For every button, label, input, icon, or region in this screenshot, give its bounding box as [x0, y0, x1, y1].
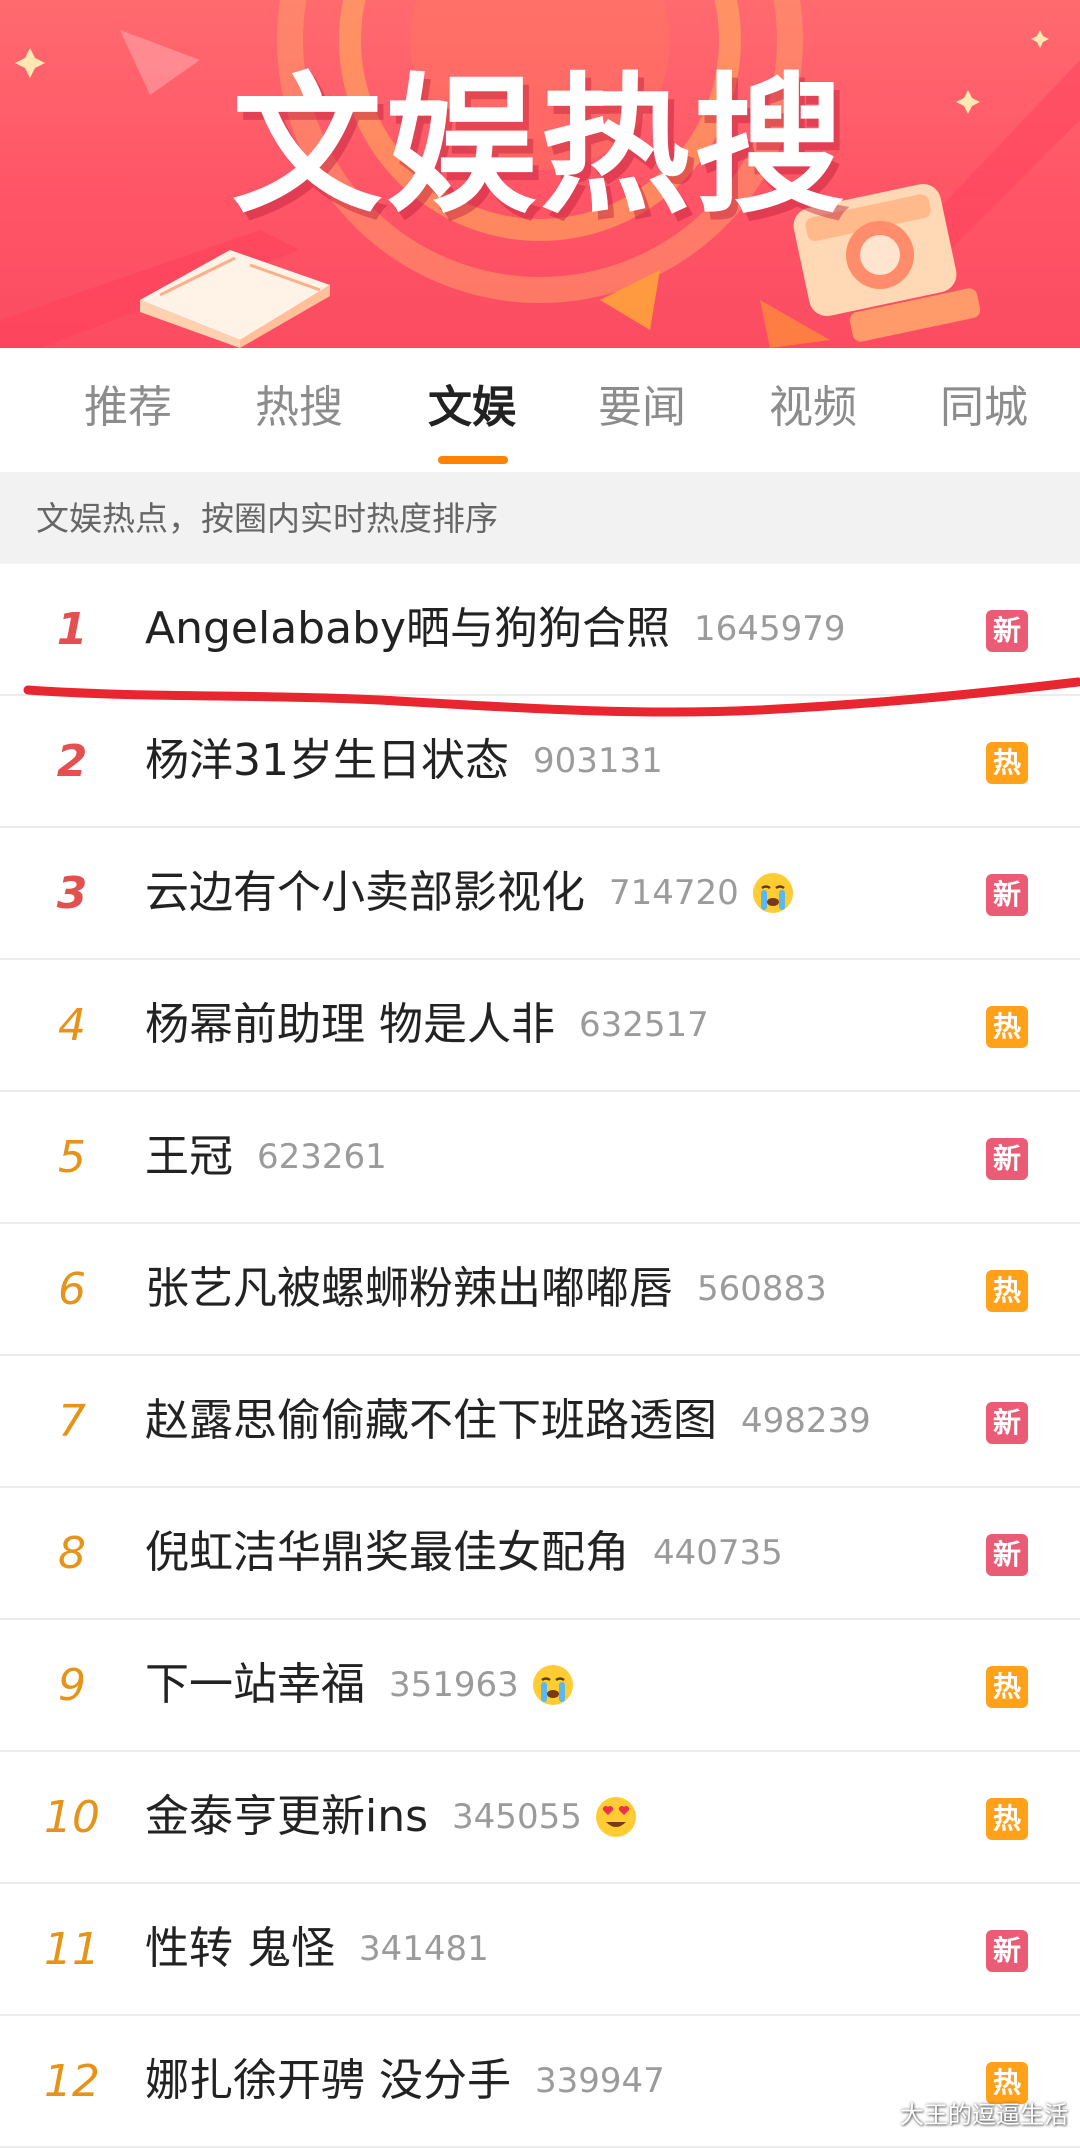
topic-content: 性转 鬼怪 341481 — [145, 1914, 950, 1984]
topic-title[interactable]: 金泰亨更新ins — [145, 1791, 428, 1842]
topic-content: 张艺凡被螺蛳粉辣出嘟嘟唇 560883 — [145, 1254, 950, 1324]
topic-content: 娜扎徐开骋 没分手 339947 — [145, 2046, 950, 2116]
heat-count: 498239 — [741, 1401, 871, 1441]
rank-number: 11 — [44, 1924, 100, 1975]
topic-content: 云边有个小卖部影视化 714720 — [145, 858, 950, 928]
rank-number: 6 — [58, 1264, 86, 1315]
topic-title[interactable]: Angelababy晒与狗狗合照 — [145, 603, 670, 654]
rank-number: 3 — [56, 868, 88, 919]
topic-content: 下一站幸福 351963 — [145, 1650, 950, 1720]
hot-search-row[interactable]: 11 性转 鬼怪 341481 新 — [0, 1884, 1080, 2016]
hot-search-row[interactable]: 8 倪虹洁华鼎奖最佳女配角 440735 新 — [0, 1488, 1080, 1620]
hot-search-row[interactable]: 10 金泰亨更新ins 345055 热 — [0, 1752, 1080, 1884]
topic-content: Angelababy晒与狗狗合照 1645979 — [145, 594, 950, 664]
hot-search-row[interactable]: 5 王冠 623261 新 — [0, 1092, 1080, 1224]
tab-recommend[interactable]: 推荐 — [58, 378, 198, 438]
topic-title[interactable]: 张艺凡被螺蛳粉辣出嘟嘟唇 — [145, 1263, 673, 1314]
topic-title[interactable]: 性转 鬼怪 — [145, 1923, 335, 1974]
category-tabs: 推荐 热搜 文娱 要闻 视频 同城 — [0, 348, 1080, 472]
rank-number: 1 — [56, 604, 88, 655]
hot-badge: 热 — [986, 742, 1028, 784]
hot-search-row[interactable]: 6 张艺凡被螺蛳粉辣出嘟嘟唇 560883 热 — [0, 1224, 1080, 1356]
heat-count: 1645979 — [694, 609, 846, 649]
new-badge: 新 — [986, 1930, 1028, 1972]
crying-face-icon — [751, 871, 795, 915]
heat-count: 341481 — [359, 1929, 489, 1969]
heat-count: 560883 — [697, 1269, 827, 1309]
hot-search-row[interactable]: 7 赵露思偷偷藏不住下班路透图 498239 新 — [0, 1356, 1080, 1488]
rank-number: 5 — [58, 1132, 86, 1183]
heat-count: 632517 — [579, 1005, 709, 1045]
topic-content: 金泰亨更新ins 345055 — [145, 1782, 950, 1852]
topic-title[interactable]: 杨洋31岁生日状态 — [145, 735, 509, 786]
rank-number: 4 — [58, 1000, 86, 1051]
tab-news[interactable]: 要闻 — [572, 378, 712, 438]
topic-title[interactable]: 倪虹洁华鼎奖最佳女配角 — [145, 1527, 629, 1578]
hot-search-row[interactable]: 3 云边有个小卖部影视化 714720 新 — [0, 828, 1080, 960]
new-badge: 新 — [986, 1402, 1028, 1444]
hot-badge: 热 — [986, 1270, 1028, 1312]
heat-count: 351963 — [389, 1665, 519, 1705]
topic-title[interactable]: 云边有个小卖部影视化 — [145, 867, 585, 918]
hot-search-row[interactable]: 2 杨洋31岁生日状态 903131 热 — [0, 696, 1080, 828]
topic-title[interactable]: 下一站幸福 — [145, 1659, 365, 1710]
crying-face-icon — [531, 1663, 575, 1707]
hot-badge: 热 — [986, 1006, 1028, 1048]
rank-number: 2 — [56, 736, 88, 787]
topic-title[interactable]: 杨幂前助理 物是人非 — [145, 999, 555, 1050]
new-badge: 新 — [986, 874, 1028, 916]
topic-title[interactable]: 王冠 — [145, 1131, 233, 1182]
new-badge: 新 — [986, 1534, 1028, 1576]
tab-local[interactable]: 同城 — [914, 378, 1054, 438]
hot-search-row[interactable]: 4 杨幂前助理 物是人非 632517 热 — [0, 960, 1080, 1092]
topic-title[interactable]: 赵露思偷偷藏不住下班路透图 — [145, 1395, 717, 1446]
hot-search-row[interactable]: 9 下一站幸福 351963 热 — [0, 1620, 1080, 1752]
new-badge: 新 — [986, 1138, 1028, 1180]
active-tab-indicator — [438, 456, 508, 464]
rank-number: 8 — [58, 1528, 86, 1579]
page-title: 文娱热搜 — [231, 60, 848, 234]
hot-badge: 热 — [986, 1798, 1028, 1840]
topic-content: 赵露思偷偷藏不住下班路透图 498239 — [145, 1386, 950, 1456]
heat-count: 339947 — [535, 2061, 665, 2101]
new-badge: 新 — [986, 610, 1028, 652]
rank-number: 12 — [44, 2056, 100, 2107]
banner: 文娱热搜 — [0, 0, 1080, 348]
heat-count: 440735 — [653, 1533, 783, 1573]
hot-badge: 热 — [986, 1666, 1028, 1708]
tab-video[interactable]: 视频 — [743, 378, 883, 438]
hot-search-list: 1 Angelababy晒与狗狗合照 1645979 新 2 杨洋31岁生日状态 90313… — [0, 564, 1080, 2148]
heat-count: 345055 — [452, 1797, 582, 1837]
heat-count: 714720 — [609, 873, 739, 913]
heat-count: 903131 — [533, 741, 663, 781]
topic-content: 倪虹洁华鼎奖最佳女配角 440735 — [145, 1518, 950, 1588]
topic-content: 王冠 623261 — [145, 1122, 950, 1192]
tab-entertainment[interactable]: 文娱 — [402, 378, 542, 438]
rank-number: 9 — [58, 1660, 86, 1711]
topic-content: 杨幂前助理 物是人非 632517 — [145, 990, 950, 1060]
watermark: 大王的逗逼生活 — [900, 2101, 1068, 2129]
topic-content: 杨洋31岁生日状态 903131 — [145, 726, 950, 796]
topic-title[interactable]: 娜扎徐开骋 没分手 — [145, 2055, 511, 2106]
rank-number: 10 — [44, 1792, 100, 1843]
heat-count: 623261 — [257, 1137, 387, 1177]
section-description: 文娱热点，按圈内实时热度排序 — [36, 499, 498, 538]
rank-number: 7 — [58, 1396, 86, 1447]
hot-search-row[interactable]: 1 Angelababy晒与狗狗合照 1645979 新 — [0, 564, 1080, 696]
tab-hot-search[interactable]: 热搜 — [229, 378, 369, 438]
heart-eyes-face-icon — [594, 1795, 638, 1839]
section-header: 文娱热点，按圈内实时热度排序 — [0, 472, 1080, 564]
